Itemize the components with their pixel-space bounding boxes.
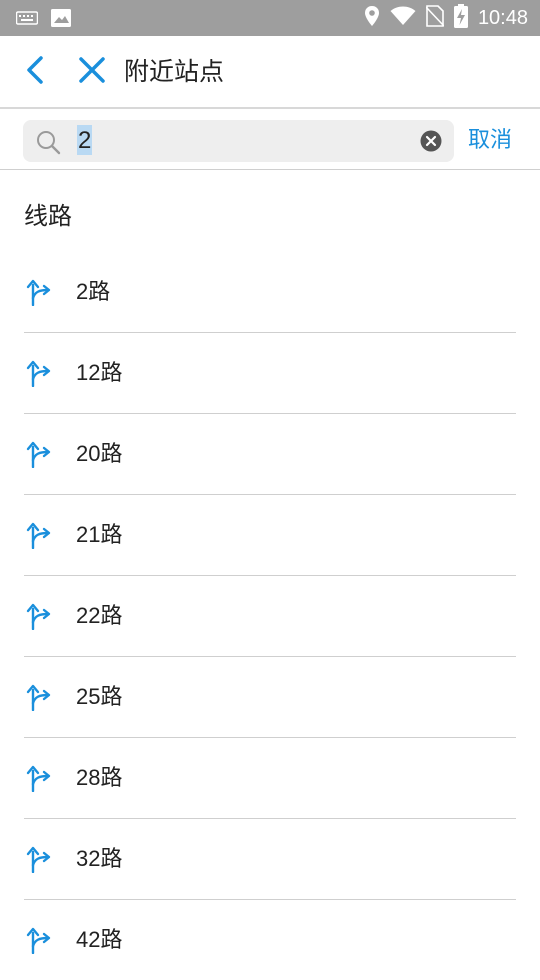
route-item[interactable]: 20路 bbox=[24, 414, 516, 495]
route-fork-icon bbox=[26, 521, 52, 550]
route-label: 42路 bbox=[76, 927, 123, 952]
keyboard-icon bbox=[15, 10, 39, 30]
status-time: 10:48 bbox=[477, 6, 528, 29]
route-fork-icon bbox=[26, 602, 52, 631]
status-bar-left bbox=[15, 8, 72, 32]
status-bar-right: 10:48 bbox=[364, 4, 528, 32]
section-title: 线路 bbox=[24, 202, 72, 230]
route-item[interactable]: 22路 bbox=[24, 576, 516, 657]
route-fork-icon bbox=[26, 359, 52, 388]
route-item[interactable]: 25路 bbox=[24, 657, 516, 738]
route-label: 20路 bbox=[76, 441, 123, 466]
search-icon bbox=[35, 129, 61, 159]
route-item[interactable]: 21路 bbox=[24, 495, 516, 576]
chevron-left-icon bbox=[25, 55, 45, 89]
route-fork-icon bbox=[26, 683, 52, 712]
cancel-button[interactable]: 取消 bbox=[468, 126, 512, 156]
clear-search-icon[interactable] bbox=[420, 130, 442, 156]
route-label: 32路 bbox=[76, 846, 123, 871]
route-list: 2路 12路 20路 21路 22路 25路 28路 32路 42路 bbox=[24, 252, 516, 980]
route-fork-icon bbox=[26, 926, 52, 955]
wifi-icon bbox=[390, 6, 416, 30]
route-label: 22路 bbox=[76, 603, 123, 628]
image-icon bbox=[50, 8, 72, 32]
top-app-bar: 附近站点 bbox=[0, 36, 540, 108]
close-icon bbox=[78, 56, 106, 88]
route-item[interactable]: 32路 bbox=[24, 819, 516, 900]
route-fork-icon bbox=[26, 845, 52, 874]
search-field[interactable]: 2 bbox=[23, 120, 454, 162]
route-item[interactable]: 12路 bbox=[24, 333, 516, 414]
location-icon bbox=[364, 5, 380, 31]
back-button[interactable] bbox=[18, 54, 52, 90]
route-fork-icon bbox=[26, 278, 52, 307]
route-label: 28路 bbox=[76, 765, 123, 790]
route-item[interactable]: 28路 bbox=[24, 738, 516, 819]
header-divider bbox=[0, 107, 540, 109]
route-item[interactable]: 42路 bbox=[24, 900, 516, 980]
search-divider bbox=[0, 169, 540, 170]
search-input[interactable]: 2 bbox=[77, 125, 93, 155]
battery-charging-icon bbox=[453, 4, 468, 32]
route-fork-icon bbox=[26, 764, 52, 793]
page-title: 附近站点 bbox=[124, 57, 225, 86]
route-label: 12路 bbox=[76, 360, 123, 385]
route-label: 25路 bbox=[76, 684, 123, 709]
status-bar: 10:48 bbox=[0, 0, 540, 36]
close-button[interactable] bbox=[74, 54, 110, 90]
route-label: 21路 bbox=[76, 522, 123, 547]
no-sim-icon bbox=[425, 5, 445, 31]
route-fork-icon bbox=[26, 440, 52, 469]
route-item[interactable]: 2路 bbox=[24, 252, 516, 333]
route-label: 2路 bbox=[76, 279, 111, 304]
